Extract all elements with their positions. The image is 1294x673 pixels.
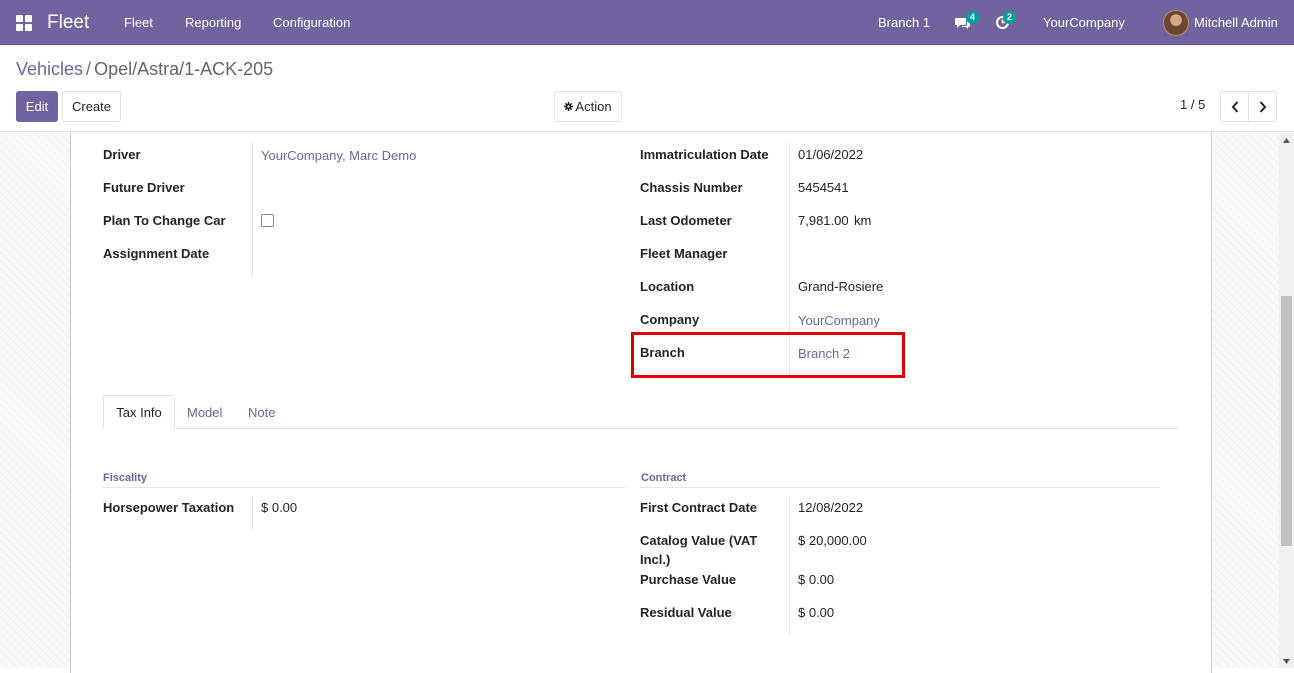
- last-odometer-unit: km: [854, 213, 872, 228]
- activities-badge: 2: [1003, 11, 1017, 24]
- catalog-value-label-line2: Incl.): [640, 552, 671, 567]
- catalog-value-label: Catalog Value (VAT: [640, 533, 758, 548]
- purchase-value-label: Purchase Value: [640, 572, 737, 587]
- scroll-up-arrow-icon[interactable]: [1279, 133, 1294, 147]
- plan-to-change-label: Plan To Change Car: [103, 213, 226, 228]
- create-button[interactable]: Create: [62, 91, 121, 122]
- contract-group-title: Contract: [641, 472, 687, 484]
- top-navbar: Fleet Fleet Reporting Configuration Bran…: [0, 0, 1294, 45]
- pager-next-button[interactable]: [1248, 91, 1277, 122]
- scroll-down-arrow-icon[interactable]: [1279, 654, 1294, 668]
- action-button[interactable]: Action: [554, 91, 622, 122]
- tab-model[interactable]: Model: [187, 405, 222, 420]
- horsepower-taxation-value: $ 0.00: [261, 500, 298, 515]
- fiscality-group-title: Fiscality: [103, 472, 148, 484]
- messages-badge: 4: [966, 11, 980, 24]
- branch-switcher[interactable]: Branch 1: [878, 0, 930, 45]
- fiscality-group-line: [103, 487, 625, 488]
- catalog-value-value: $ 20,000.00: [798, 533, 867, 548]
- breadcrumb-current: Opel/Astra/1-ACK-205: [94, 59, 274, 79]
- vertical-scrollbar[interactable]: [1279, 133, 1294, 668]
- tab-note[interactable]: Note: [248, 405, 275, 420]
- user-avatar[interactable]: [1163, 0, 1189, 45]
- gear-icon: [564, 102, 574, 111]
- menu-fleet[interactable]: Fleet: [124, 0, 153, 45]
- action-button-label: Action: [575, 99, 612, 114]
- breadcrumb: Vehicles / Opel/Astra/1-ACK-205: [16, 59, 273, 80]
- last-odometer-value: 7,981.00: [798, 213, 849, 228]
- scrollbar-thumb[interactable]: [1281, 296, 1292, 546]
- location-value: Grand-Rosiere: [798, 279, 884, 294]
- column-divider: [252, 496, 253, 529]
- company-label: Company: [640, 312, 700, 327]
- fleet-manager-label: Fleet Manager: [640, 246, 728, 261]
- first-contract-date-value: 12/08/2022: [798, 500, 864, 515]
- menu-reporting[interactable]: Reporting: [185, 0, 241, 45]
- breadcrumb-separator: /: [86, 59, 92, 79]
- edit-button[interactable]: Edit: [16, 91, 58, 122]
- tabs-divider: [103, 428, 1178, 429]
- residual-value-label: Residual Value: [640, 605, 732, 620]
- chevron-left-icon: [1231, 100, 1238, 113]
- assignment-date-label: Assignment Date: [103, 246, 210, 261]
- apps-menu-icon[interactable]: [16, 0, 32, 45]
- form-sheet: Driver YourCompany, Marc Demo Future Dri…: [70, 133, 1212, 673]
- breadcrumb-vehicles[interactable]: Vehicles: [16, 59, 83, 79]
- driver-label: Driver: [103, 147, 141, 162]
- residual-value-value: $ 0.00: [798, 605, 835, 620]
- menu-configuration[interactable]: Configuration: [273, 0, 350, 45]
- first-contract-date-label: First Contract Date: [640, 500, 758, 515]
- branch-highlight-box: [631, 332, 905, 378]
- tab-tax-info[interactable]: Tax Info: [103, 395, 175, 429]
- column-divider: [789, 496, 790, 635]
- chassis-number-value: 5454541: [798, 180, 849, 195]
- contract-group-line: [640, 487, 1160, 488]
- chevron-right-icon: [1259, 100, 1266, 113]
- driver-field[interactable]: YourCompany, Marc Demo: [261, 148, 416, 163]
- column-divider: [252, 143, 253, 276]
- location-label: Location: [640, 279, 695, 294]
- control-panel: Vehicles / Opel/Astra/1-ACK-205 1 / 5: [0, 45, 1294, 132]
- pager-value[interactable]: 1 / 5: [1180, 97, 1205, 112]
- form-content-area: Driver YourCompany, Marc Demo Future Dri…: [0, 133, 1294, 673]
- company-field[interactable]: YourCompany: [798, 313, 880, 328]
- pager-previous-button[interactable]: [1220, 91, 1249, 122]
- future-driver-label: Future Driver: [103, 180, 185, 195]
- last-odometer-label: Last Odometer: [640, 213, 732, 228]
- horsepower-taxation-label: Horsepower Taxation: [103, 500, 235, 515]
- user-menu[interactable]: Mitchell Admin: [1194, 0, 1278, 45]
- app-name[interactable]: Fleet: [47, 0, 89, 45]
- chassis-number-label: Chassis Number: [640, 180, 743, 195]
- immatriculation-date-label: Immatriculation Date: [640, 147, 769, 162]
- immatriculation-date-value: 01/06/2022: [798, 147, 864, 162]
- plan-to-change-checkbox[interactable]: [261, 214, 274, 227]
- company-switcher[interactable]: YourCompany: [1043, 0, 1125, 45]
- purchase-value-value: $ 0.00: [798, 572, 835, 587]
